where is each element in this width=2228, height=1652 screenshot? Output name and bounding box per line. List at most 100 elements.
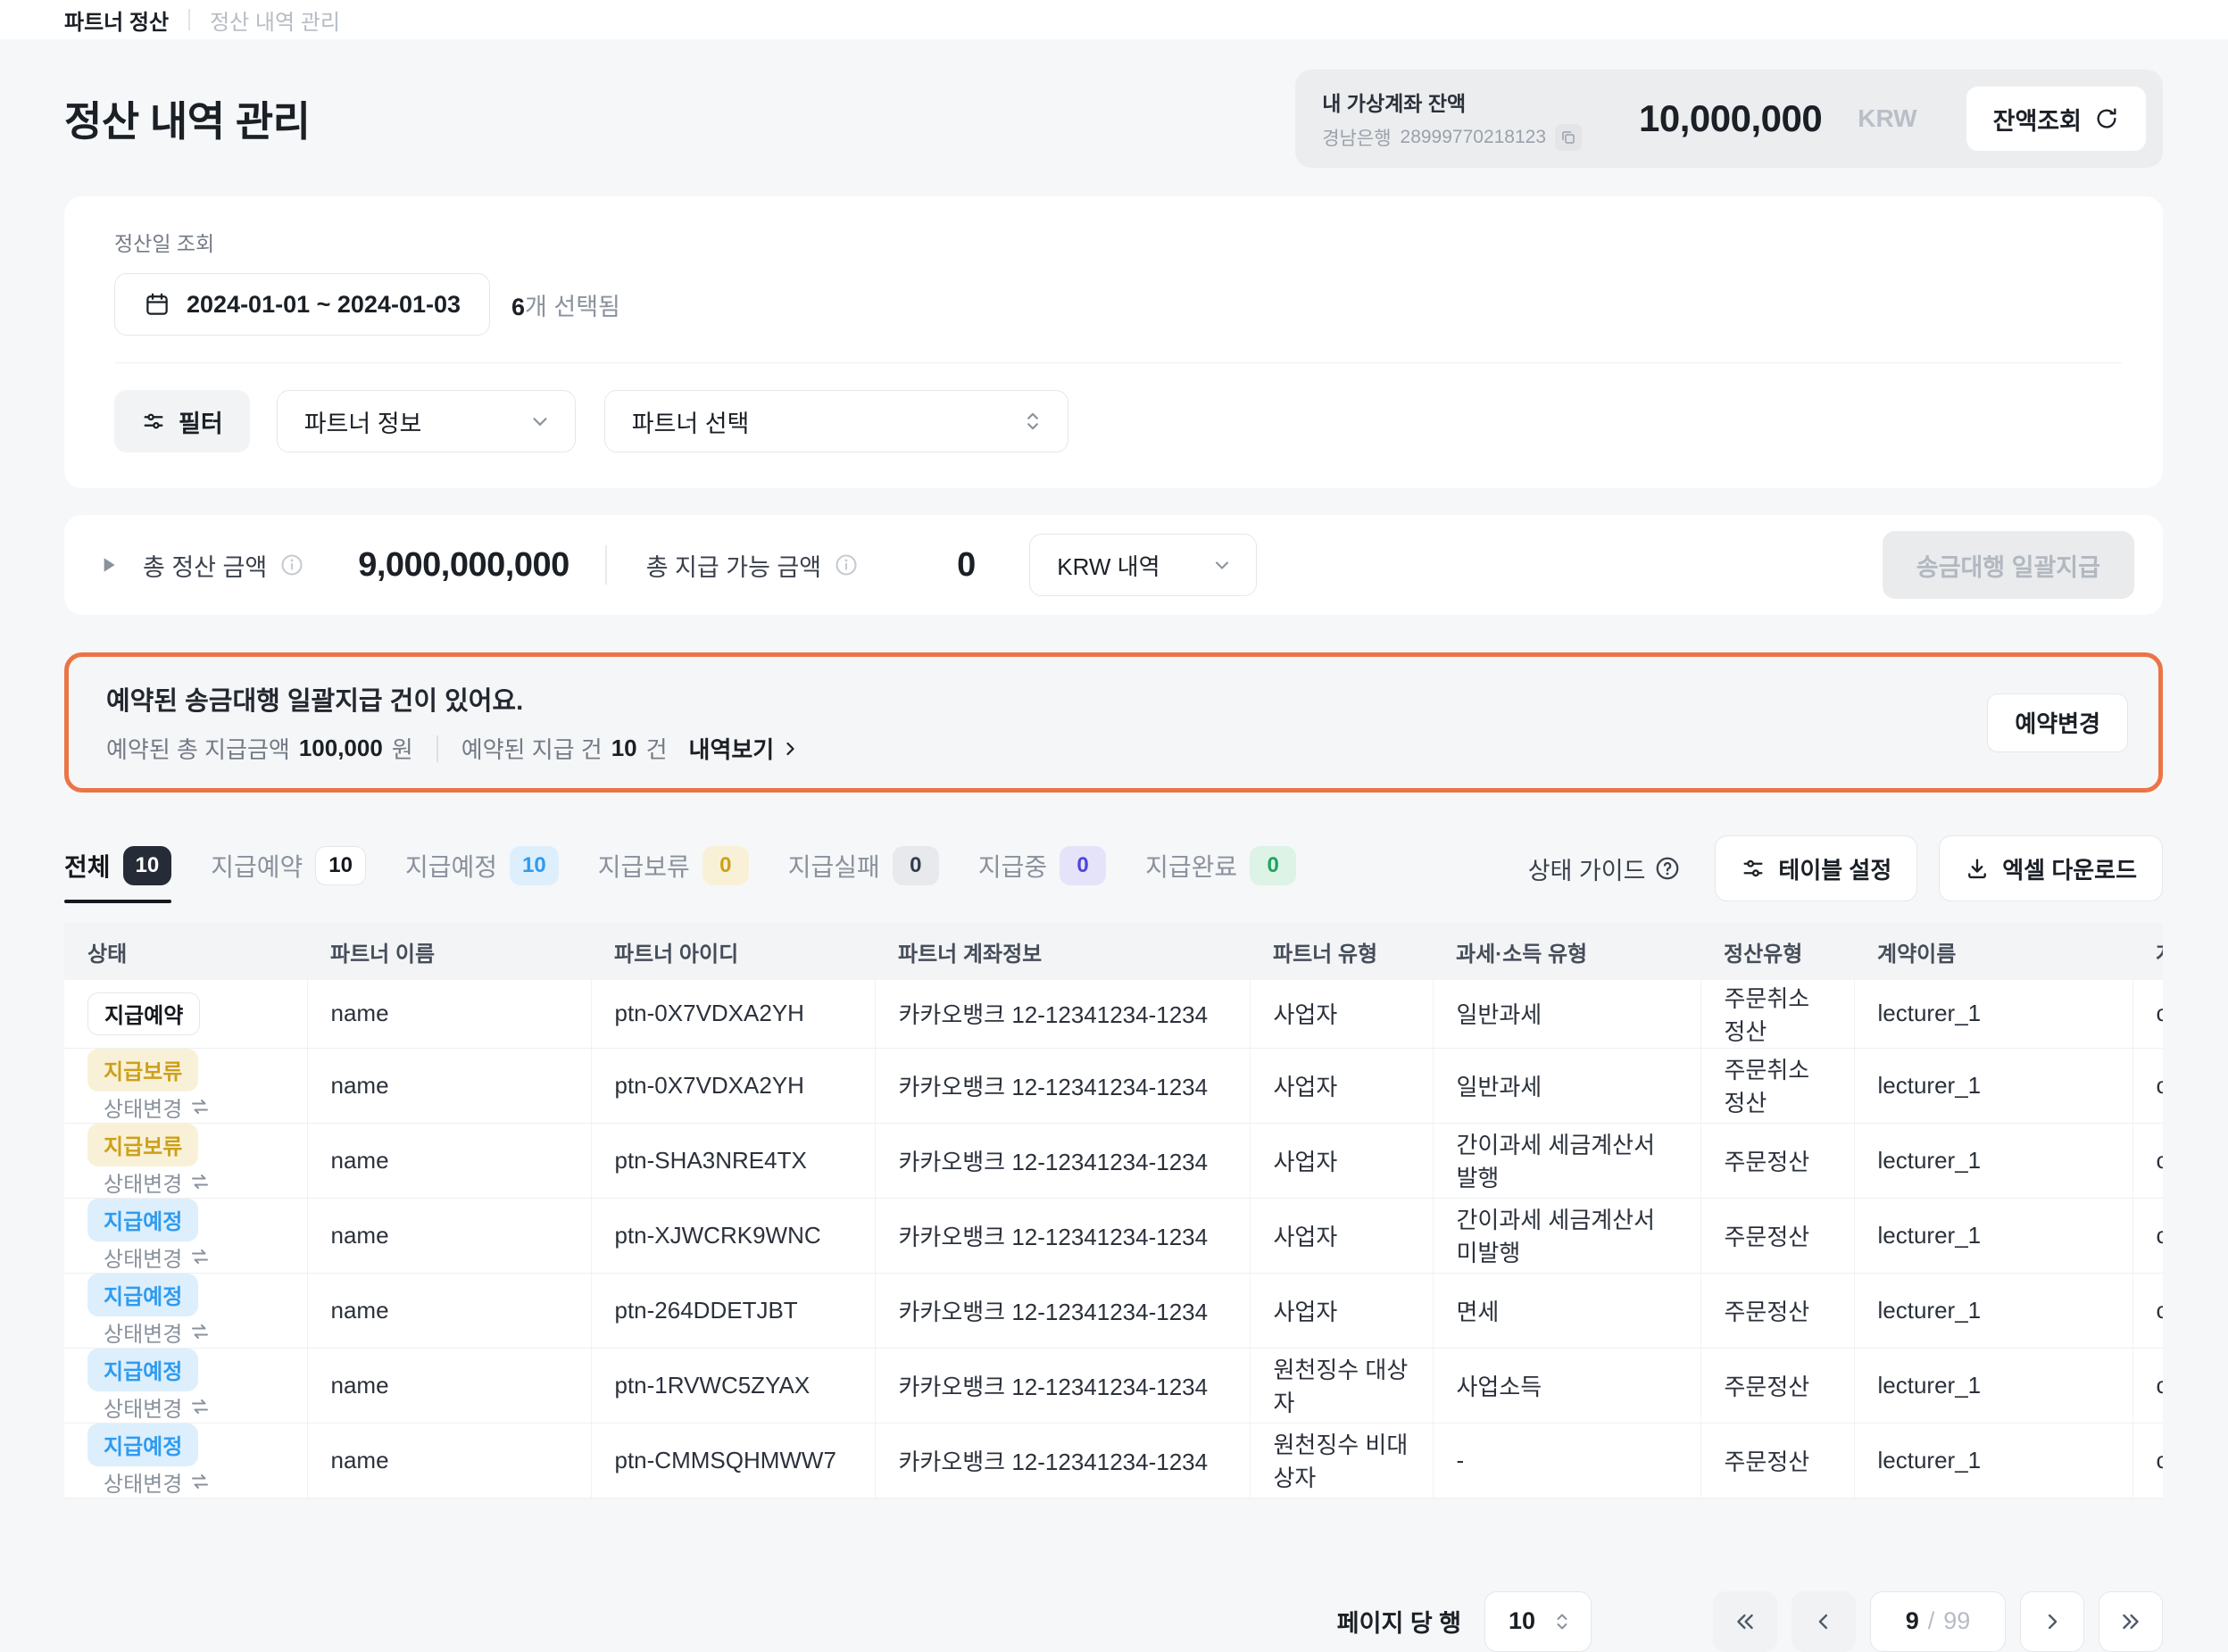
table-row: 지급보류상태변경 name ptn-0X7VDXA2YH 카카오뱅크 12-12… bbox=[64, 1048, 2163, 1123]
status-change-button[interactable]: 상태변경 bbox=[104, 1092, 211, 1123]
page-title: 정산 내역 관리 bbox=[64, 89, 310, 148]
header-partner-id: 파트너 아이디 bbox=[591, 923, 875, 980]
breadcrumb-divider bbox=[188, 9, 190, 30]
balance-refresh-label: 잔액조회 bbox=[1993, 102, 2082, 137]
partner-info-dropdown[interactable]: 파트너 정보 bbox=[277, 390, 576, 452]
tab-payment-complete[interactable]: 지급완료 0 bbox=[1145, 846, 1296, 903]
header-tax-type: 과세·소득 유형 bbox=[1433, 923, 1700, 980]
cell-contract-id: ctr-M bbox=[2132, 1048, 2163, 1123]
tab-payment-complete-count: 0 bbox=[1250, 846, 1296, 885]
refresh-icon bbox=[2094, 106, 2119, 131]
tab-payment-scheduled-label: 지급예정 bbox=[405, 848, 497, 884]
filter-divider bbox=[114, 362, 2122, 363]
status-change-label: 상태변경 bbox=[104, 1316, 182, 1348]
tab-payment-hold[interactable]: 지급보류 0 bbox=[598, 846, 749, 903]
first-page-button[interactable] bbox=[1713, 1591, 1777, 1652]
cell-partner-type: 원천징수 비대상자 bbox=[1250, 1423, 1433, 1498]
tab-payment-failed-label: 지급실패 bbox=[788, 848, 880, 884]
expand-caret-icon[interactable] bbox=[96, 553, 120, 577]
status-change-label: 상태변경 bbox=[104, 1092, 182, 1123]
cell-partner-account: 카카오뱅크 12-12341234-1234 bbox=[875, 1348, 1250, 1423]
status-change-button[interactable]: 상태변경 bbox=[104, 1391, 211, 1423]
total-settlement-amount: 9,000,000,000 bbox=[358, 546, 569, 585]
header-partner-type: 파트너 유형 bbox=[1250, 923, 1433, 980]
download-icon bbox=[1965, 856, 1990, 881]
next-page-button[interactable] bbox=[2020, 1591, 2084, 1652]
cell-partner-account: 카카오뱅크 12-12341234-1234 bbox=[875, 980, 1250, 1048]
question-icon bbox=[1654, 855, 1681, 882]
cell-partner-name: name bbox=[307, 1348, 591, 1423]
partner-select-dropdown-value: 파트너 선택 bbox=[632, 404, 750, 439]
breadcrumb-parent[interactable]: 파트너 정산 bbox=[64, 4, 169, 36]
balance-amount: 10,000,000 bbox=[1639, 97, 1822, 140]
cell-partner-type: 원천징수 대상자 bbox=[1250, 1348, 1433, 1423]
balance-refresh-button[interactable]: 잔액조회 bbox=[1966, 86, 2147, 152]
cell-partner-type: 사업자 bbox=[1250, 1198, 1433, 1273]
view-details-link[interactable]: 내역보기 bbox=[689, 732, 802, 765]
alert-divider bbox=[436, 735, 438, 762]
status-badge: 지급예정 bbox=[87, 1199, 198, 1241]
last-page-button[interactable] bbox=[2099, 1591, 2163, 1652]
status-change-button[interactable]: 상태변경 bbox=[104, 1316, 211, 1348]
cell-contract-id: ctr-E bbox=[2132, 1123, 2163, 1198]
tab-payment-failed[interactable]: 지급실패 0 bbox=[788, 846, 939, 903]
status-change-label: 상태변경 bbox=[104, 1466, 182, 1498]
tab-all[interactable]: 전체 10 bbox=[64, 846, 171, 903]
cell-contract-name: lecturer_1 bbox=[1854, 1123, 2132, 1198]
copy-account-button[interactable] bbox=[1555, 124, 1582, 151]
status-guide-link[interactable]: 상태 가이드 bbox=[1528, 851, 1682, 886]
tab-payment-reserved-label: 지급예약 bbox=[211, 848, 303, 884]
settlement-date-label: 정산일 조회 bbox=[114, 227, 2113, 257]
cell-contract-name: lecturer_1 bbox=[1854, 980, 2132, 1048]
header-contract-name: 계약이름 bbox=[1854, 923, 2132, 980]
status-change-label: 상태변경 bbox=[104, 1241, 182, 1273]
summary-divider bbox=[605, 545, 607, 585]
cell-contract-name: lecturer_1 bbox=[1854, 1198, 2132, 1273]
change-reservation-button[interactable]: 예약변경 bbox=[1987, 693, 2128, 752]
table-row: 지급예약 name ptn-0X7VDXA2YH 카카오뱅크 12-123412… bbox=[64, 980, 2163, 1048]
currency-history-dropdown[interactable]: KRW 내역 bbox=[1029, 534, 1257, 596]
status-change-button[interactable]: 상태변경 bbox=[104, 1466, 211, 1498]
partner-select-dropdown[interactable]: 파트너 선택 bbox=[604, 390, 1068, 452]
cell-contract-name: lecturer_1 bbox=[1854, 1273, 2132, 1348]
swap-icon bbox=[189, 1321, 211, 1342]
alert-title: 예약된 송금대행 일괄지급 건이 있어요. bbox=[106, 680, 801, 718]
page-separator: / bbox=[1928, 1607, 1935, 1635]
cell-settlement-type: 주문정산 bbox=[1700, 1423, 1854, 1498]
breadcrumb: 파트너 정산 정산 내역 관리 bbox=[0, 0, 2228, 39]
swap-icon bbox=[189, 1171, 211, 1192]
swap-icon bbox=[189, 1246, 211, 1267]
status-change-button[interactable]: 상태변경 bbox=[104, 1166, 211, 1198]
selected-count-suffix: 개 선택됨 bbox=[525, 294, 620, 320]
info-icon[interactable] bbox=[834, 552, 859, 577]
tab-payment-reserved[interactable]: 지급예약 10 bbox=[211, 846, 366, 903]
cell-tax-type: 면세 bbox=[1433, 1273, 1700, 1348]
bulk-transfer-button[interactable]: 송금대행 일괄지급 bbox=[1883, 531, 2134, 599]
cell-tax-type: 간이과세 세금계산서 발행 bbox=[1433, 1123, 1700, 1198]
status-badge: 지급예정 bbox=[87, 1424, 198, 1466]
reserved-amount-unit: 원 bbox=[392, 732, 413, 765]
excel-download-button[interactable]: 엑셀 다운로드 bbox=[1939, 835, 2163, 901]
calendar-icon bbox=[144, 291, 170, 318]
rows-per-page-select[interactable]: 10 bbox=[1484, 1591, 1592, 1652]
cell-contract-id: ctr-M bbox=[2132, 980, 2163, 1048]
table-settings-button[interactable]: 테이블 설정 bbox=[1715, 835, 1917, 901]
chevron-left-icon bbox=[1811, 1609, 1836, 1634]
cell-partner-account: 카카오뱅크 12-12341234-1234 bbox=[875, 1048, 1250, 1123]
copy-icon bbox=[1560, 129, 1576, 145]
tab-payment-in-progress[interactable]: 지급중 0 bbox=[978, 846, 1106, 903]
payable-amount-value: 0 bbox=[957, 546, 976, 585]
filter-button[interactable]: 필터 bbox=[114, 390, 250, 452]
tab-payment-scheduled[interactable]: 지급예정 10 bbox=[405, 846, 559, 903]
tab-payment-hold-label: 지급보류 bbox=[598, 848, 690, 884]
swap-icon bbox=[189, 1096, 211, 1117]
info-icon[interactable] bbox=[279, 552, 304, 577]
date-range-picker[interactable]: 2024-01-01 ~ 2024-01-03 bbox=[114, 273, 490, 336]
currency-history-value: KRW 내역 bbox=[1057, 549, 1160, 582]
status-change-button[interactable]: 상태변경 bbox=[104, 1241, 211, 1273]
cell-settlement-type: 주문정산 bbox=[1700, 1273, 1854, 1348]
previous-page-button[interactable] bbox=[1792, 1591, 1856, 1652]
page-number-input[interactable]: 9 / 99 bbox=[1870, 1591, 2006, 1652]
settlement-table: 상태 파트너 이름 파트너 아이디 파트너 계좌정보 파트너 유형 과세·소득 … bbox=[64, 923, 2163, 1498]
cell-settlement-type: 주문취소정산 bbox=[1700, 980, 1854, 1048]
